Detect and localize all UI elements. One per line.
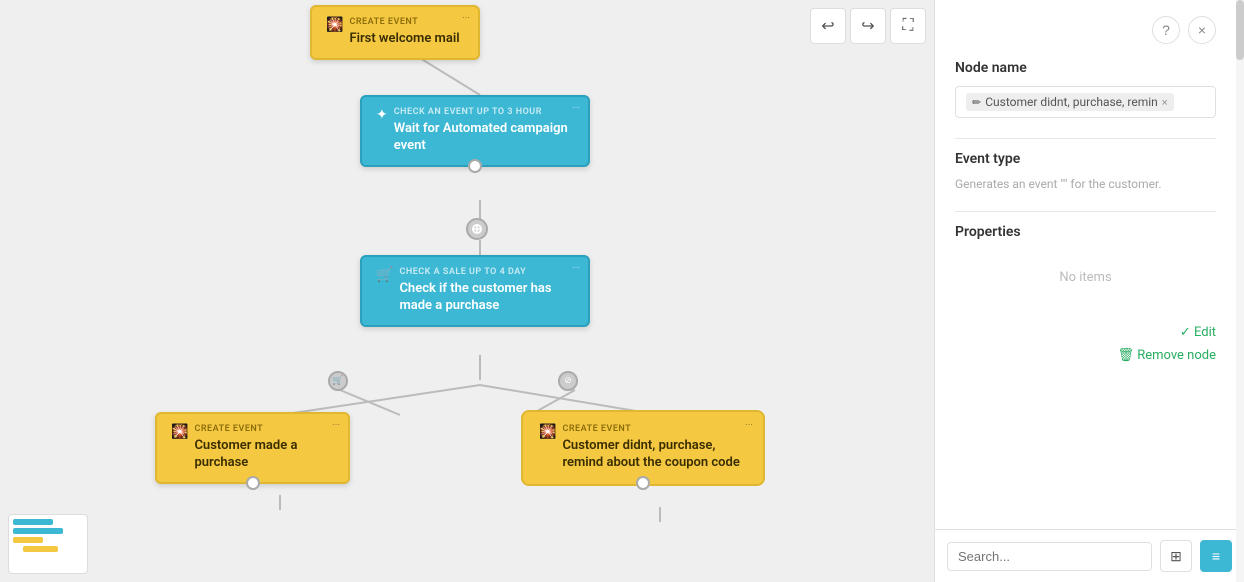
search-input[interactable] (947, 542, 1152, 571)
panel-scrollbar[interactable] (1236, 0, 1244, 582)
list-view-button[interactable]: ≡ (1200, 540, 1232, 572)
node-icon-purchase: 🎇 (171, 424, 188, 440)
node-check-sale[interactable]: ··· 🛒 CHECK A SALE UP TO 4 DAY Check if … (360, 255, 590, 327)
node-name-section-title: Node name (955, 60, 1216, 76)
node-name-field[interactable]: ✏ Customer didnt, purchase, remin × (955, 86, 1216, 118)
node-icon-welcome: 🎇 (326, 17, 343, 33)
connector-check-event-bottom[interactable] (468, 159, 482, 173)
grid-view-button[interactable]: ⊞ (1160, 540, 1192, 572)
undo-button[interactable]: ↩ (810, 8, 846, 44)
node-badge-check-event: CHECK AN EVENT UP TO 3 HOUR (394, 107, 574, 117)
panel-scrollbar-thumb[interactable] (1236, 0, 1244, 60)
node-icon-check-sale: 🛒 (376, 267, 393, 283)
branch-icon-no: ⊘ (558, 371, 578, 391)
node-title-check-sale: Check if the customer has made a purchas… (399, 281, 574, 315)
canvas-toolbar: ↩ ↪ ⛶ (810, 8, 926, 44)
node-title-check-event: Wait for Automated campaign event (394, 121, 574, 155)
edit-link[interactable]: ✓ Edit (1180, 325, 1216, 340)
node-title-remind: Customer didnt, purchase, remind about t… (562, 438, 747, 472)
connector-remind-bottom[interactable] (636, 476, 650, 490)
workflow-canvas[interactable]: ↩ ↪ ⛶ ··· 🎇 CREATE EVENT First welcome m… (0, 0, 934, 582)
no-items-text: No items (955, 250, 1216, 305)
event-type-section: Event type Generates an event "" for the… (955, 151, 1216, 191)
branch-icon-purchase: 🛒 (328, 371, 348, 391)
panel-top-actions: ? × (955, 16, 1216, 44)
node-name-tag[interactable]: ✏ Customer didnt, purchase, remin × (966, 93, 1174, 111)
close-button[interactable]: × (1188, 16, 1216, 44)
panel-actions-row: ✓ Edit (955, 325, 1216, 340)
tag-close-icon[interactable]: × (1162, 96, 1168, 109)
help-button[interactable]: ? (1152, 16, 1180, 44)
node-badge-welcome: CREATE EVENT (349, 17, 464, 27)
node-title-purchase: Customer made a purchase (194, 438, 334, 472)
node-title-welcome: First welcome mail (349, 31, 464, 48)
node-welcome-mail[interactable]: ··· 🎇 CREATE EVENT First welcome mail (310, 5, 480, 60)
panel-remove-row: 🗑 Remove node (955, 348, 1216, 363)
right-panel: ? × Node name ✏ Customer didnt, purchase… (934, 0, 1244, 582)
tag-text: Customer didnt, purchase, remin (985, 95, 1158, 109)
divider-1 (955, 138, 1216, 139)
fullscreen-button[interactable]: ⛶ (890, 8, 926, 44)
mini-map[interactable] (8, 514, 88, 574)
properties-title: Properties (955, 224, 1216, 240)
node-icon-check-event: ✦ (376, 107, 388, 123)
split-circle (466, 218, 488, 240)
panel-content: ? × Node name ✏ Customer didnt, purchase… (935, 0, 1236, 529)
node-check-event[interactable]: ··· ✦ CHECK AN EVENT UP TO 3 HOUR Wait f… (360, 95, 590, 167)
search-input-wrap (947, 542, 1152, 571)
event-type-desc: Generates an event "" for the customer. (955, 177, 1216, 191)
remove-node-link[interactable]: 🗑 Remove node (1117, 348, 1216, 363)
node-badge-remind: CREATE EVENT (562, 424, 747, 434)
properties-section: Properties No items (955, 224, 1216, 305)
node-icon-remind: 🎇 (539, 424, 556, 440)
connector-purchase-bottom[interactable] (246, 476, 260, 490)
node-badge-purchase: CREATE EVENT (194, 424, 334, 434)
divider-2 (955, 211, 1216, 212)
event-type-title: Event type (955, 151, 1216, 167)
node-badge-check-sale: CHECK A SALE UP TO 4 DAY (399, 267, 574, 277)
node-purchase[interactable]: ··· 🎇 CREATE EVENT Customer made a purch… (155, 412, 350, 484)
redo-button[interactable]: ↪ (850, 8, 886, 44)
node-remind[interactable]: ··· 🎇 CREATE EVENT Customer didnt, purch… (523, 412, 763, 484)
tag-pencil-icon: ✏ (972, 96, 981, 109)
panel-bottom: ⊞ ≡ (935, 529, 1244, 582)
